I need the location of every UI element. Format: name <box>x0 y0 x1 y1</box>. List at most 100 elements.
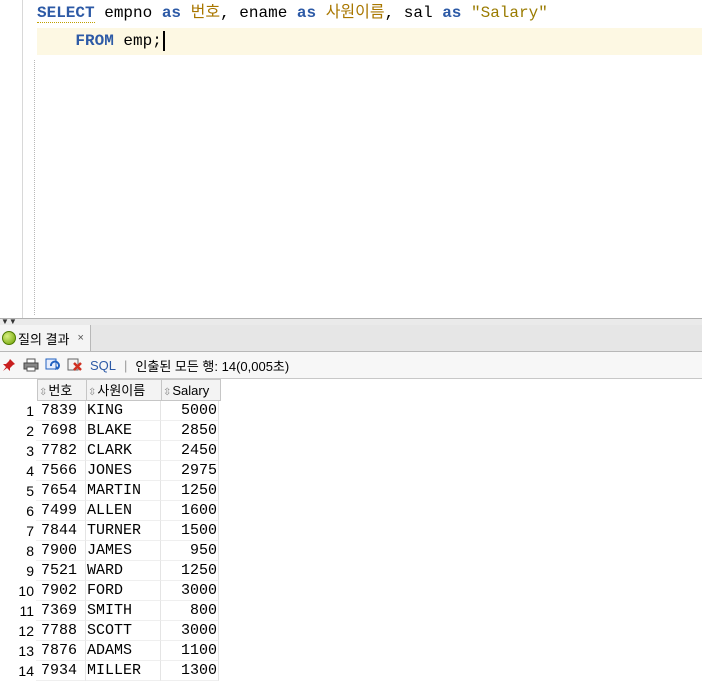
keyword-as: as <box>442 4 462 22</box>
cell-ename[interactable]: ALLEN <box>86 501 161 521</box>
row-number: 2 <box>26 423 34 439</box>
cell-empno[interactable]: 7782 <box>36 441 86 461</box>
row-number: 7 <box>26 523 34 539</box>
column-header-ename[interactable]: ⇳사원이름 <box>87 379 162 401</box>
row-number: 8 <box>26 543 34 559</box>
cell-salary[interactable]: 1300 <box>161 661 219 681</box>
table-row[interactable]: 14 7934 MILLER 1300 <box>0 661 219 681</box>
table-row[interactable]: 9 7521 WARD 1250 <box>0 561 219 581</box>
cell-ename[interactable]: WARD <box>86 561 161 581</box>
cell-empno[interactable]: 7839 <box>36 401 86 421</box>
tab-query-result[interactable]: 질의 결과 × <box>0 325 91 351</box>
refresh-icon[interactable] <box>44 356 62 374</box>
table-row[interactable]: 7 7844 TURNER 1500 <box>0 521 219 541</box>
sort-icon[interactable]: ⇳ <box>163 387 171 398</box>
table-row[interactable]: 2 7698 BLAKE 2850 <box>0 421 219 441</box>
cell-empno[interactable]: 7369 <box>36 601 86 621</box>
cell-ename[interactable]: SCOTT <box>86 621 161 641</box>
cell-salary[interactable]: 1100 <box>161 641 219 661</box>
table-row[interactable]: 8 7900 JAMES 950 <box>0 541 219 561</box>
table-row[interactable]: 1 7839 KING 5000 <box>0 401 219 421</box>
grid-rows: 1 7839 KING 5000 2 7698 BLAKE 2850 3 7782 CLARK 245… <box>0 401 219 681</box>
keyword-as: as <box>161 4 182 22</box>
row-number: 12 <box>18 623 34 639</box>
cell-empno[interactable]: 7876 <box>36 641 86 661</box>
cell-ename[interactable]: JAMES <box>86 541 161 561</box>
column-header-empno[interactable]: ⇳번호 <box>37 379 87 401</box>
cell-ename[interactable]: TURNER <box>86 521 161 541</box>
sql-button[interactable]: SQL <box>90 358 116 373</box>
alias-salary: "Salary" <box>461 4 548 22</box>
row-number: 9 <box>26 563 34 579</box>
cell-salary[interactable]: 2450 <box>161 441 219 461</box>
column-ename: , ename <box>220 4 297 22</box>
column-header-salary[interactable]: ⇳Salary <box>162 379 221 401</box>
cell-ename[interactable]: ADAMS <box>86 641 161 661</box>
row-number: 1 <box>26 403 34 419</box>
cell-salary[interactable]: 950 <box>161 541 219 561</box>
grid-header: ⇳번호 ⇳사원이름 ⇳Salary <box>0 379 221 401</box>
cell-salary[interactable]: 1600 <box>161 501 219 521</box>
table-row[interactable]: 13 7876 ADAMS 1100 <box>0 641 219 661</box>
code-line-2-current[interactable]: FROM emp; <box>37 28 702 55</box>
sql-editor[interactable]: SELECT empno as 번호, ename as 사원이름, sal a… <box>0 0 702 318</box>
cell-salary[interactable]: 1250 <box>161 561 219 581</box>
cell-salary[interactable]: 2975 <box>161 461 219 481</box>
cell-salary[interactable]: 1250 <box>161 481 219 501</box>
keyword-select: SELECT <box>37 4 95 23</box>
export-icon[interactable] <box>66 356 84 374</box>
table-row[interactable]: 11 7369 SMITH 800 <box>0 601 219 621</box>
cell-ename[interactable]: KING <box>86 401 161 421</box>
cell-empno[interactable]: 7902 <box>36 581 86 601</box>
row-number-header <box>0 379 37 401</box>
cell-ename[interactable]: SMITH <box>86 601 161 621</box>
cell-empno[interactable]: 7499 <box>36 501 86 521</box>
cell-salary[interactable]: 3000 <box>161 621 219 641</box>
cell-ename[interactable]: BLAKE <box>86 421 161 441</box>
cell-salary[interactable]: 2850 <box>161 421 219 441</box>
table-name: emp; <box>113 32 162 50</box>
gutter-divider <box>22 0 23 318</box>
alias-empno: 번호 <box>181 4 221 22</box>
cell-ename[interactable]: CLARK <box>86 441 161 461</box>
code-line-1[interactable]: SELECT empno as 번호, ename as 사원이름, sal a… <box>37 0 548 27</box>
row-number: 4 <box>26 463 34 479</box>
tab-label: 질의 결과 <box>18 331 70 347</box>
cell-empno[interactable]: 7934 <box>36 661 86 681</box>
cell-salary[interactable]: 1500 <box>161 521 219 541</box>
fold-guide <box>34 60 35 315</box>
keyword-from: FROM <box>75 32 114 50</box>
cell-salary[interactable]: 800 <box>161 601 219 621</box>
cell-empno[interactable]: 7844 <box>36 521 86 541</box>
cell-empno[interactable]: 7900 <box>36 541 86 561</box>
cell-ename[interactable]: FORD <box>86 581 161 601</box>
cell-salary[interactable]: 5000 <box>161 401 219 421</box>
table-row[interactable]: 3 7782 CLARK 2450 <box>0 441 219 461</box>
keyword-as: as <box>296 4 317 22</box>
cell-empno[interactable]: 7654 <box>36 481 86 501</box>
query-result-icon <box>2 331 16 345</box>
table-row[interactable]: 6 7499 ALLEN 1600 <box>0 501 219 521</box>
table-row[interactable]: 4 7566 JONES 2975 <box>0 461 219 481</box>
pin-icon[interactable] <box>0 356 18 374</box>
cell-empno[interactable]: 7521 <box>36 561 86 581</box>
toolbar-separator: | <box>124 357 128 373</box>
cell-ename[interactable]: MARTIN <box>86 481 161 501</box>
print-icon[interactable] <box>22 356 40 374</box>
close-icon[interactable]: × <box>77 332 83 344</box>
pane-splitter[interactable]: ▼▼ <box>0 318 702 326</box>
cell-empno[interactable]: 7566 <box>36 461 86 481</box>
table-row[interactable]: 5 7654 MARTIN 1250 <box>0 481 219 501</box>
cell-empno[interactable]: 7788 <box>36 621 86 641</box>
row-number: 14 <box>18 663 34 679</box>
cell-ename[interactable]: MILLER <box>86 661 161 681</box>
cell-salary[interactable]: 3000 <box>161 581 219 601</box>
cell-ename[interactable]: JONES <box>86 461 161 481</box>
sort-icon[interactable]: ⇳ <box>88 387 96 398</box>
cell-empno[interactable]: 7698 <box>36 421 86 441</box>
sort-icon[interactable]: ⇳ <box>39 387 47 398</box>
table-row[interactable]: 10 7902 FORD 3000 <box>0 581 219 601</box>
table-row[interactable]: 12 7788 SCOTT 3000 <box>0 621 219 641</box>
result-tab-bar: 질의 결과 × <box>0 325 702 352</box>
